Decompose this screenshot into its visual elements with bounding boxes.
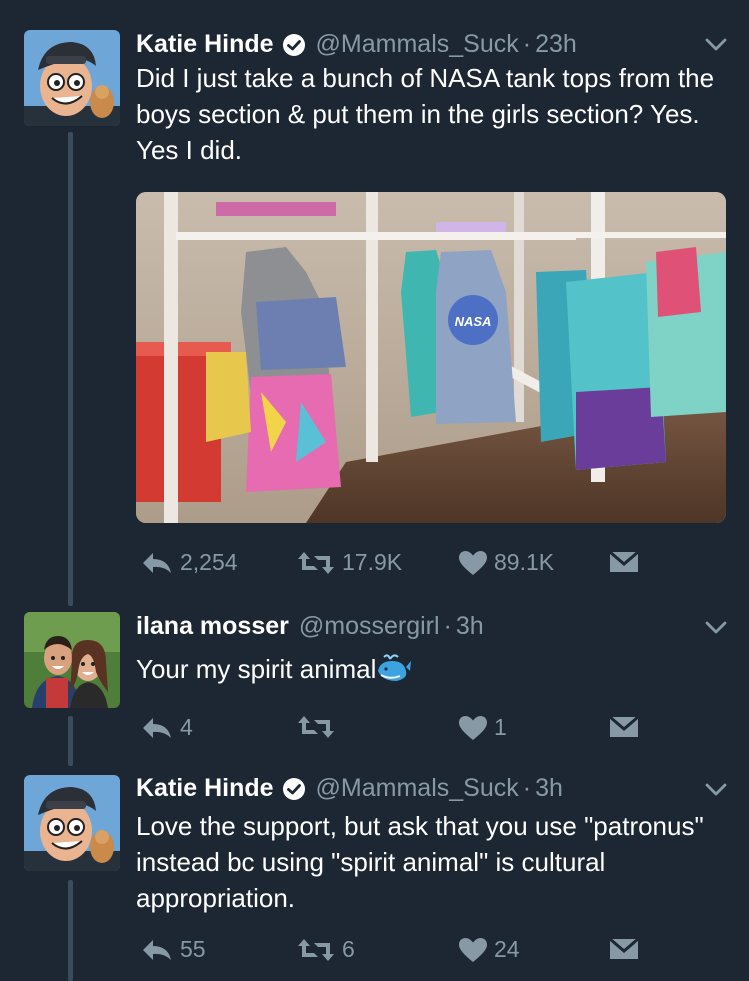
timestamp[interactable]: 3h: [456, 612, 484, 641]
separator-dot: ·: [522, 30, 532, 58]
reply-count: 2,254: [180, 549, 238, 575]
heart-icon: [459, 550, 487, 575]
avatar[interactable]: [24, 775, 120, 871]
reply-icon: [143, 552, 171, 573]
like-button[interactable]: 89.1K: [458, 549, 554, 576]
user-handle[interactable]: @Mammals_Suck: [316, 30, 519, 59]
timestamp[interactable]: 23h: [535, 30, 577, 59]
retweet-icon: [298, 551, 334, 574]
tweet-header: ilana mosser @mossergirl · 3h: [136, 612, 484, 641]
retweet-icon: [298, 938, 334, 961]
avatar[interactable]: [24, 30, 120, 126]
display-name[interactable]: Katie Hinde: [136, 774, 274, 803]
timestamp[interactable]: 3h: [535, 774, 563, 803]
like-count: 24: [494, 936, 520, 962]
tweet-header: Katie Hinde @Mammals_Suck · 23h: [136, 30, 577, 59]
tweet-header: Katie Hinde @Mammals_Suck · 3h: [136, 774, 563, 803]
envelope-icon: [609, 937, 639, 959]
envelope-icon: [609, 550, 639, 572]
tweet-actions: 4 1: [136, 714, 656, 744]
tweet-text: Love the support, but ask that you use "…: [136, 811, 704, 913]
retweet-button[interactable]: 17.9K: [296, 549, 402, 576]
avatar[interactable]: [24, 612, 120, 708]
like-count: 89.1K: [494, 549, 555, 575]
tweet[interactable]: Katie Hinde @Mammals_Suck · 23h Did I ju…: [0, 0, 749, 600]
chevron-down-icon[interactable]: [705, 38, 727, 52]
verified-badge-icon: [282, 777, 306, 801]
tweet-text: Your my spirit animal: [136, 654, 377, 684]
display-name[interactable]: Katie Hinde: [136, 30, 274, 59]
chevron-down-icon[interactable]: [705, 783, 727, 797]
tweet[interactable]: Katie Hinde @Mammals_Suck · 3h Love the …: [0, 760, 749, 981]
user-handle[interactable]: @mossergirl: [299, 612, 440, 641]
reply-button[interactable]: 4: [140, 714, 193, 741]
retweet-icon: [298, 716, 334, 738]
direct-message-button[interactable]: [608, 549, 640, 575]
user-handle[interactable]: @Mammals_Suck: [316, 774, 519, 803]
reply-button[interactable]: 55: [140, 936, 206, 963]
tweet-actions: 2,254 17.9K 89.1K: [136, 549, 656, 579]
retweet-button[interactable]: 6: [296, 936, 355, 963]
direct-message-button[interactable]: [608, 714, 640, 740]
like-button[interactable]: 1: [458, 714, 507, 741]
heart-icon: [459, 937, 487, 962]
nasa-logo-text: NASA: [455, 314, 492, 329]
like-button[interactable]: 24: [458, 936, 520, 963]
reply-icon: [143, 717, 171, 738]
direct-message-button[interactable]: [608, 936, 640, 962]
chevron-down-icon[interactable]: [705, 621, 727, 635]
retweet-count: 6: [342, 936, 355, 962]
whale-icon: [378, 654, 412, 681]
reply-icon: [143, 939, 171, 960]
tweet[interactable]: ilana mosser @mossergirl · 3h Your my sp…: [0, 600, 749, 760]
verified-badge-icon: [282, 33, 306, 57]
reply-button[interactable]: 2,254: [140, 549, 238, 576]
like-count: 1: [494, 714, 507, 740]
reply-count: 4: [180, 714, 193, 740]
retweet-count: 17.9K: [342, 549, 403, 575]
tweet-actions: 55 6 24: [136, 936, 656, 966]
separator-dot: ·: [522, 774, 532, 802]
tweet-text-container: Your my spirit animal: [136, 651, 736, 687]
reply-count: 55: [180, 936, 206, 962]
tweet-photo[interactable]: NASA: [136, 192, 726, 523]
separator-dot: ·: [443, 612, 452, 640]
retweet-button[interactable]: [296, 714, 342, 740]
heart-icon: [459, 715, 487, 740]
envelope-icon: [609, 715, 639, 737]
tweet-text: Did I just take a bunch of NASA tank top…: [136, 63, 715, 165]
display-name[interactable]: ilana mosser: [136, 612, 289, 641]
